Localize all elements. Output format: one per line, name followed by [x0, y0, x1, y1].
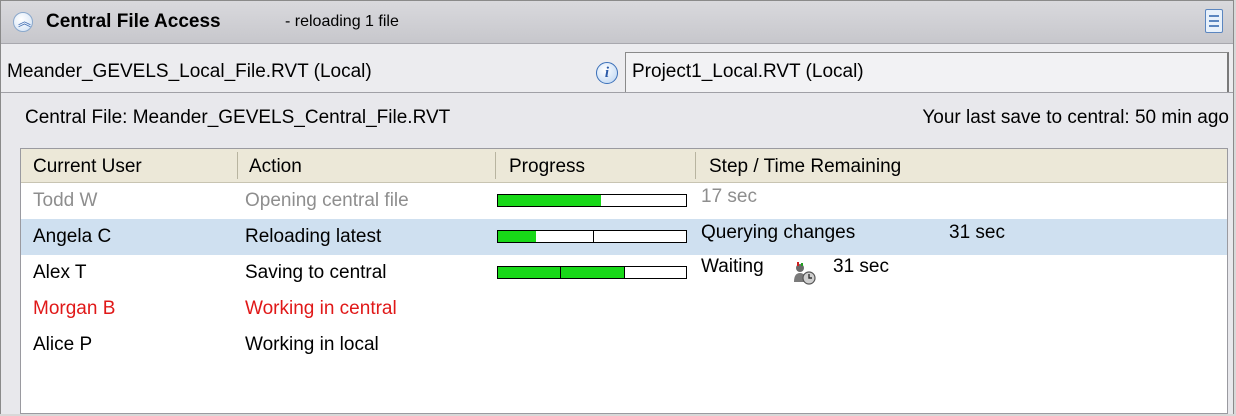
- document-icon[interactable]: [1205, 9, 1223, 33]
- column-header-user[interactable]: Current User: [33, 156, 142, 178]
- table-row[interactable]: Morgan B Working in central: [21, 291, 1227, 327]
- panel-title: Central File Access: [46, 11, 221, 32]
- column-divider[interactable]: [237, 152, 238, 179]
- step-cell: Waiting: [701, 256, 764, 277]
- central-file-label: Central File: Meander_GEVELS_Central_Fil…: [25, 107, 451, 128]
- user-cell: Angela C: [33, 226, 112, 247]
- progress-segment-divider: [624, 267, 625, 278]
- waiting-user-icon: [791, 262, 817, 292]
- table-row[interactable]: Alice P Working in local: [21, 327, 1227, 363]
- progress-bar: [497, 230, 687, 243]
- progress-segment-divider: [560, 267, 561, 278]
- content-area: Central File: Meander_GEVELS_Central_Fil…: [1, 92, 1233, 414]
- progress-segment-divider: [593, 231, 594, 242]
- table-row[interactable]: Angela C Reloading latest Querying chang…: [21, 219, 1227, 255]
- action-cell: Working in central: [245, 298, 397, 319]
- column-header-progress[interactable]: Progress: [509, 156, 585, 178]
- users-table: Current User Action Progress Step / Time…: [20, 148, 1228, 414]
- table-row[interactable]: Alex T Saving to central Waiting 31 sec: [21, 255, 1227, 291]
- progress-fill: [498, 195, 602, 206]
- progress-bar: [497, 266, 687, 279]
- table-header: Current User Action Progress Step / Time…: [21, 149, 1227, 183]
- central-file-access-panel: ︽ Central File Access - reloading 1 file…: [0, 0, 1234, 414]
- step-cell: Querying changes: [701, 222, 856, 243]
- column-header-action[interactable]: Action: [249, 156, 302, 178]
- action-cell: Working in local: [245, 334, 379, 355]
- action-cell: Reloading latest: [245, 226, 382, 247]
- tab-label: Meander_GEVELS_Local_File.RVT (Local): [7, 61, 372, 82]
- table-row[interactable]: Todd W Opening central file 17 sec: [21, 183, 1227, 219]
- last-save-label: Your last save to central: 50 min ago: [922, 107, 1229, 128]
- column-header-step[interactable]: Step / Time Remaining: [709, 156, 901, 178]
- column-divider[interactable]: [495, 152, 496, 179]
- tab-local-file[interactable]: Meander_GEVELS_Local_File.RVT (Local): [1, 44, 601, 92]
- file-tabs: Meander_GEVELS_Local_File.RVT (Local) i …: [1, 44, 1233, 92]
- chevron-up-icon[interactable]: ︽: [13, 12, 33, 32]
- panel-status: - reloading 1 file: [285, 13, 399, 30]
- user-cell: Alex T: [33, 262, 87, 283]
- action-cell: Opening central file: [245, 190, 409, 211]
- time-cell: 31 sec: [833, 256, 889, 277]
- step-cell: 17 sec: [701, 186, 757, 207]
- column-divider[interactable]: [695, 152, 696, 179]
- tab-project1-local[interactable]: Project1_Local.RVT (Local): [625, 52, 1229, 92]
- action-cell: Saving to central: [245, 262, 387, 283]
- info-icon[interactable]: i: [596, 62, 618, 84]
- tab-label: Project1_Local.RVT (Local): [632, 61, 864, 82]
- user-cell: Todd W: [33, 190, 98, 211]
- progress-bar: [497, 194, 687, 207]
- user-cell: Alice P: [33, 334, 93, 355]
- title-bar: ︽ Central File Access - reloading 1 file: [1, 1, 1233, 44]
- time-cell: 31 sec: [949, 222, 1005, 243]
- user-cell: Morgan B: [33, 298, 116, 319]
- progress-fill: [498, 231, 536, 242]
